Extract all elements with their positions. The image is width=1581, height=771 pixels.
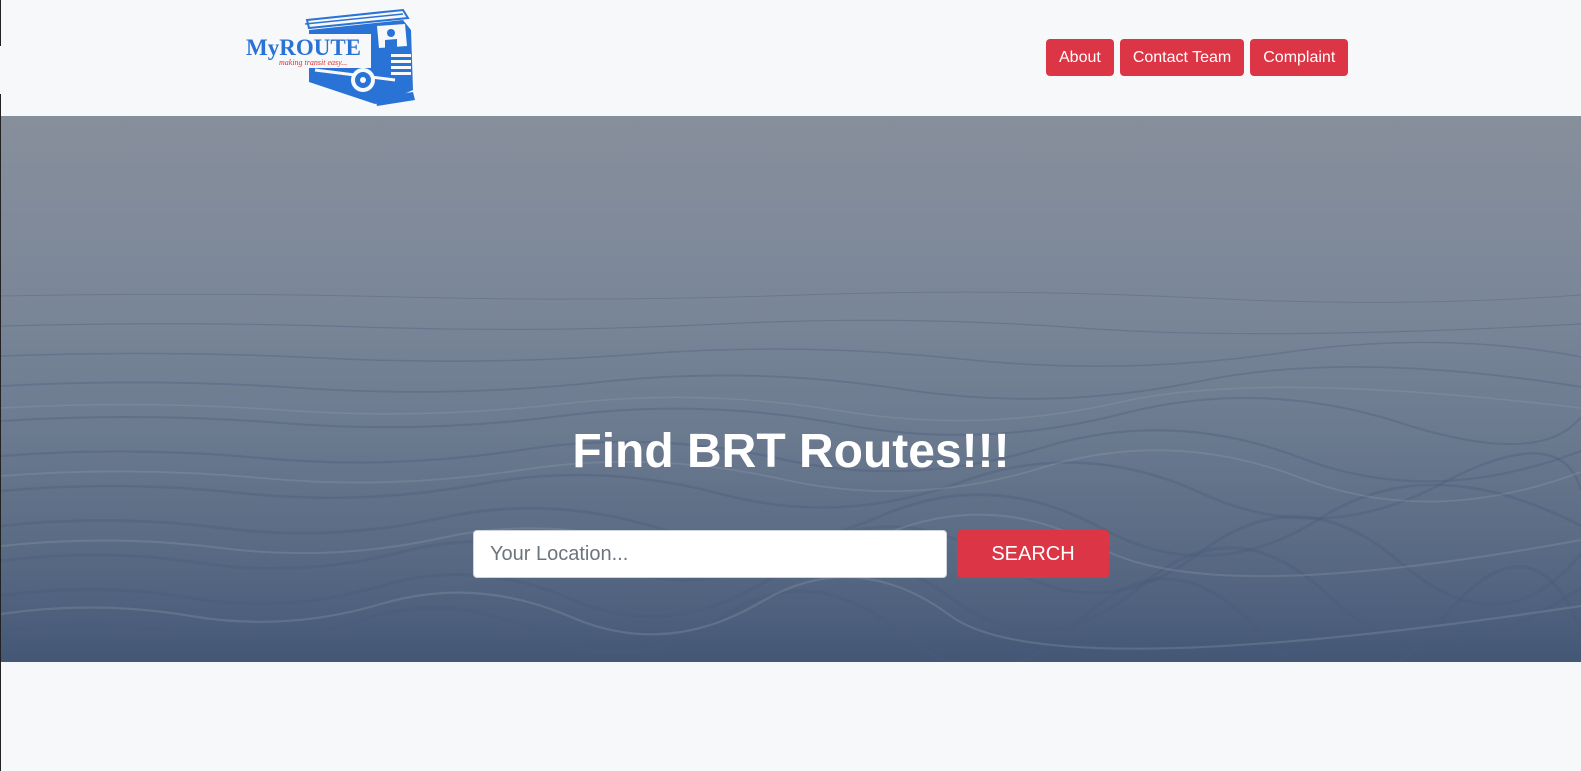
logo-tagline: making transit easy... — [279, 58, 347, 67]
nav-about-button[interactable]: About — [1046, 39, 1114, 76]
nav-contact-team-button[interactable]: Contact Team — [1119, 39, 1245, 76]
logo-wordmark: MyROUTE — [246, 35, 361, 60]
hero-section: Find BRT Routes!!! SEARCH — [1, 116, 1581, 662]
main-nav: About Contact Team Complaint — [1046, 39, 1349, 76]
search-button[interactable]: SEARCH — [957, 530, 1109, 578]
nav-complaint-button[interactable]: Complaint — [1250, 39, 1349, 76]
hero-title: Find BRT Routes!!! — [572, 425, 1010, 478]
site-header: MyROUTE making transit easy... About Con… — [1, 0, 1581, 116]
sea-background-image — [1, 116, 1581, 662]
location-search-input[interactable] — [473, 530, 947, 578]
bus-logo-icon: MyROUTE making transit easy... — [245, 8, 415, 106]
myroute-logo[interactable]: MyROUTE making transit easy... — [245, 8, 417, 108]
page: MyROUTE making transit easy... About Con… — [0, 0, 1581, 771]
page-footer-area — [1, 662, 1581, 771]
